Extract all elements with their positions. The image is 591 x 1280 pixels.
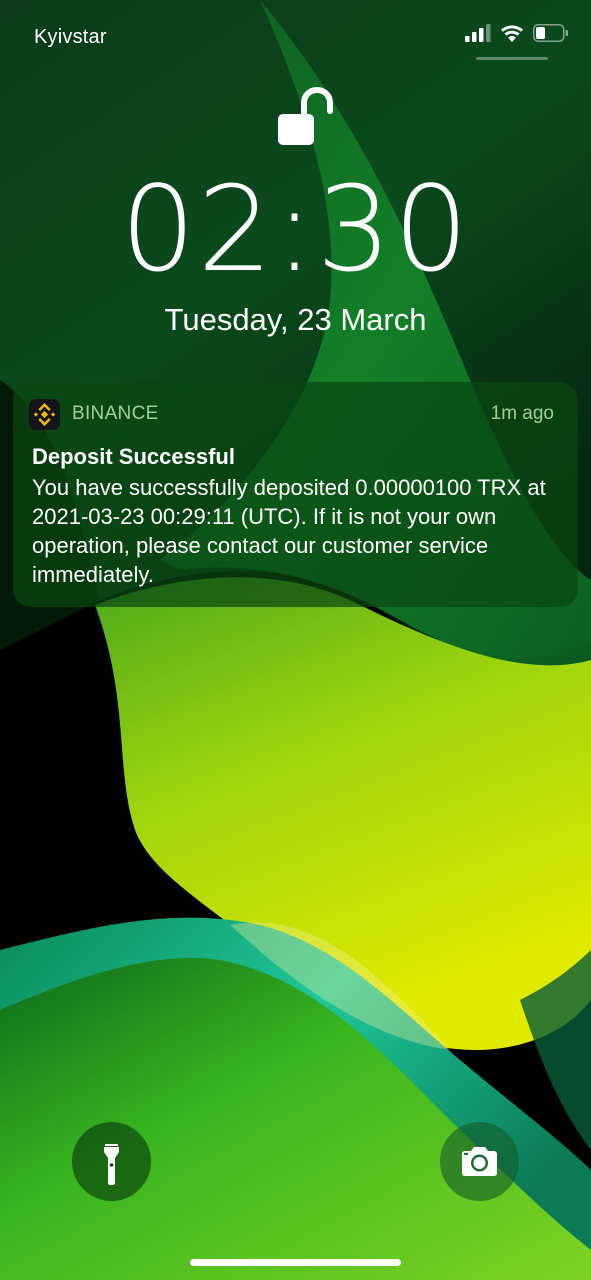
lock-screen: Kyivstar 02:30 Tuesday, 23 March BINANCE…	[0, 0, 591, 1280]
unlocked-padlock-icon	[278, 86, 333, 145]
lock-screen-time: 02:30	[120, 160, 471, 298]
binance-logo-icon	[33, 403, 56, 426]
carrier-name: Kyivstar	[34, 26, 107, 48]
notification-time: 1m ago	[490, 403, 554, 424]
notification-card[interactable]: BINANCE 1m ago Deposit Successful You ha…	[13, 382, 578, 607]
battery-icon	[533, 24, 568, 42]
cellular-signal-icon	[465, 24, 491, 42]
camera-button[interactable]	[440, 1122, 519, 1201]
camera-icon	[462, 1147, 497, 1176]
flashlight-icon	[104, 1144, 119, 1185]
notification-app-name: BINANCE	[72, 403, 159, 424]
notification-title: Deposit Successful	[32, 444, 235, 469]
status-icons	[465, 24, 569, 42]
wifi-icon	[501, 25, 523, 42]
status-bar: Kyivstar	[0, 0, 591, 70]
notification-body: You have successfully deposited 0.000001…	[32, 475, 546, 587]
flashlight-button[interactable]	[72, 1122, 151, 1201]
binance-app-icon	[29, 399, 60, 430]
lock-screen-date: Tuesday, 23 March	[164, 302, 427, 337]
home-indicator[interactable]	[190, 1259, 401, 1266]
status-indicator-line	[476, 57, 548, 60]
